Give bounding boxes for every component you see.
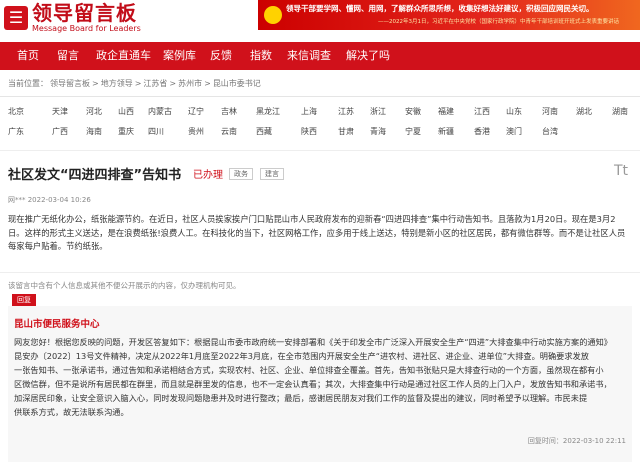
region-link[interactable]: 陕西: [301, 126, 317, 137]
region-link[interactable]: 西藏: [256, 126, 272, 137]
nav-feedback[interactable]: 反馈: [210, 42, 232, 70]
font-size-icon[interactable]: Tt: [614, 163, 628, 179]
nav-survey[interactable]: 来信调查: [287, 42, 331, 70]
breadcrumb-link[interactable]: 领导留言板: [50, 79, 90, 88]
nav-enterprise[interactable]: 政企直通车: [96, 42, 151, 70]
body-line: 每家每户贴着。节约纸张。: [8, 241, 108, 252]
region-link[interactable]: 新疆: [438, 126, 454, 137]
region-link[interactable]: 福建: [438, 106, 454, 117]
main-nav: 首页 留言 政企直通车 案例库 反馈 指数 来信调查 解决了吗: [0, 42, 640, 70]
region-link[interactable]: 浙江: [370, 106, 386, 117]
message-body: 现在推广无纸化办公，纸张能源节约。在近日，社区人员挨家挨户门口贴昆山市人民政府发…: [8, 213, 630, 254]
reply-body: 网友您好！根据您反映的问题，开发区答复如下：根据昆山市委市政府统一安排部署和《关…: [14, 335, 626, 420]
tag-suggestion[interactable]: 建言: [260, 168, 284, 180]
reply-time: 回复时间：2022-03-10 22:11: [527, 437, 626, 445]
region-link[interactable]: 贵州: [188, 126, 204, 137]
region-link[interactable]: 上海: [301, 106, 317, 117]
region-link[interactable]: 台湾: [542, 126, 558, 137]
nav-cases[interactable]: 案例库: [163, 42, 196, 70]
breadcrumb: 当前位置： 领导留言板 > 地方领导 > 江苏省 > 苏州市 > 昆山市委书记: [8, 78, 263, 89]
quote-banner: 领导干部要学网、懂网、用网，了解群众所思所想，收集好想法好建议，积极回应网民关切…: [258, 0, 640, 30]
reply-line: 一张告知书、一张承诺书，通过告知和承诺相结合方式，实现农村、社区、企业、单位排查…: [14, 365, 604, 376]
region-link[interactable]: 四川: [148, 126, 164, 137]
nav-home[interactable]: 首页: [17, 42, 39, 70]
region-link[interactable]: 澳门: [506, 126, 522, 137]
logo-mark-icon: ☰: [4, 5, 28, 30]
reply-line: 昆安办〔2022〕13号文件精神，决定从2022年1月底至2022年3月底，在全…: [14, 351, 589, 362]
reply-line: 供联系方式，故无法联系沟通。: [14, 407, 129, 418]
privacy-notice: 该留言中含有个人信息或其他不便公开展示的内容，仅办理机构可见。: [8, 281, 241, 290]
breadcrumb-sep: >: [204, 79, 211, 88]
nav-solved[interactable]: 解决了吗: [346, 42, 390, 70]
logo-subtitle: Message Board for Leaders: [32, 24, 141, 33]
reply-line: 网友您好！根据您反映的问题，开发区答复如下：根据昆山市委市政府统一安排部署和《关…: [14, 337, 612, 347]
region-link[interactable]: 广东: [8, 126, 24, 137]
region-link[interactable]: 辽宁: [188, 106, 204, 117]
reply-organization: 昆山市便民服务中心: [14, 319, 100, 330]
divider: [0, 272, 640, 273]
region-link[interactable]: 青海: [370, 126, 386, 137]
region-link[interactable]: 重庆: [118, 126, 134, 137]
region-link[interactable]: 天津: [52, 106, 68, 117]
breadcrumb-link[interactable]: 江苏省: [143, 79, 167, 88]
region-link[interactable]: 湖南: [612, 106, 628, 117]
region-link[interactable]: 内蒙古: [148, 106, 172, 117]
banner-source: ——2022年3月1日，习近平在中央党校（国家行政学院）中青年干部培训班开班式上…: [378, 19, 619, 25]
region-link[interactable]: 宁夏: [405, 126, 421, 137]
breadcrumb-sep: >: [169, 79, 177, 88]
nav-index[interactable]: 指数: [250, 42, 272, 70]
site-logo[interactable]: ☰ 领导留言板 Message Board for Leaders: [4, 2, 141, 33]
region-link[interactable]: 江苏: [338, 106, 354, 117]
region-link[interactable]: 河北: [86, 106, 102, 117]
divider: [0, 150, 640, 151]
body-line: 日。这样的形式主义送达，是在浪费纸张!浪费人工。在科技化的当下，社区网格工作，应…: [8, 227, 626, 238]
region-link[interactable]: 海南: [86, 126, 102, 137]
emblem-icon: [264, 6, 282, 24]
region-link[interactable]: 山东: [506, 106, 522, 117]
region-link[interactable]: 甘肃: [338, 126, 354, 137]
breadcrumb-sep: >: [134, 79, 142, 88]
author-line: 网*** 2022-03-04 10:26: [8, 196, 91, 204]
region-link[interactable]: 吉林: [221, 106, 237, 117]
breadcrumb-prefix: 当前位置：: [8, 79, 48, 88]
region-link[interactable]: 北京: [8, 106, 24, 117]
divider: [0, 96, 640, 97]
tag-government[interactable]: 政务: [229, 168, 253, 180]
nav-message[interactable]: 留言: [57, 42, 79, 70]
breadcrumb-sep: >: [92, 79, 99, 88]
reply-badge: 回复: [12, 294, 36, 306]
region-link[interactable]: 安徽: [405, 106, 421, 117]
status-badge: 已办理: [193, 170, 223, 181]
reply-line: 加深居民印象，让安全意识入脑入心，同时发现问题隐患并及时进行整改；最后，感谢居民…: [14, 393, 588, 404]
body-line: 现在推广无纸化办公，纸张能源节约。在近日，社区人员挨家挨户门口贴昆山市人民政府发…: [8, 214, 616, 224]
breadcrumb-link[interactable]: 昆山市委书记: [213, 79, 261, 88]
logo-title: 领导留言板: [32, 1, 137, 25]
region-link[interactable]: 江西: [474, 106, 490, 117]
region-link[interactable]: 香港: [474, 126, 490, 137]
region-link[interactable]: 黑龙江: [256, 106, 280, 117]
reply-line: 区微信群，但不是说所有居民都在群里，而且就是群里发的信息，也不一定会认真看；其次…: [14, 379, 612, 390]
region-link[interactable]: 云南: [221, 126, 237, 137]
region-link[interactable]: 山西: [118, 106, 134, 117]
message-title: 社区发文“四进四排查”告知书: [8, 168, 182, 183]
region-link[interactable]: 河南: [542, 106, 558, 117]
breadcrumb-link[interactable]: 地方领导: [101, 79, 133, 88]
banner-quote: 领导干部要学网、懂网、用网，了解群众所思所想，收集好想法好建议，积极回应网民关切…: [286, 4, 594, 13]
region-link[interactable]: 湖北: [576, 106, 592, 117]
region-link[interactable]: 广西: [52, 126, 68, 137]
breadcrumb-link[interactable]: 苏州市: [178, 79, 202, 88]
